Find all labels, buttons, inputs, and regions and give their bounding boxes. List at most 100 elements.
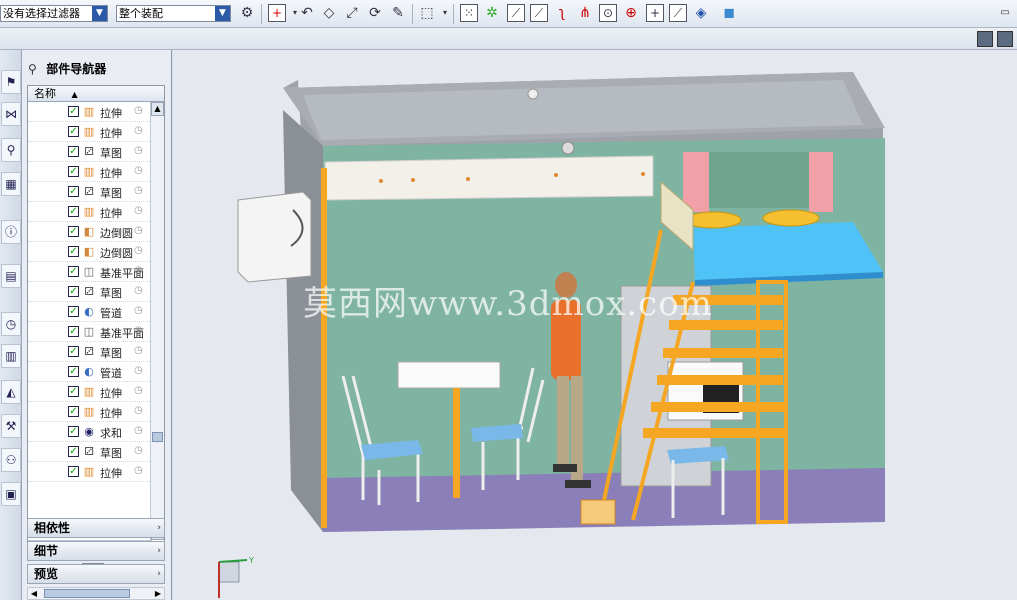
tree-row[interactable]: ✓ ⚂ 草图 ◷ (28, 142, 164, 162)
visibility-checkbox[interactable]: ✓ (68, 286, 79, 297)
visibility-checkbox[interactable]: ✓ (68, 346, 79, 357)
scroll-thumb[interactable] (152, 432, 163, 442)
chevron-down-icon[interactable]: ▼ (215, 6, 230, 21)
tree-row[interactable]: ✓ ◐ 管道 ◷ (28, 302, 164, 322)
existing-point-icon[interactable]: + (646, 4, 664, 22)
section-details[interactable]: 细节 › (27, 541, 165, 561)
tree-row[interactable]: ✓ ⚂ 草图 ◷ (28, 342, 164, 362)
visibility-checkbox[interactable]: ✓ (68, 386, 79, 397)
reuse-library-icon[interactable]: ▦ (1, 172, 21, 196)
visibility-checkbox[interactable]: ✓ (68, 306, 79, 317)
line-endpoint-icon[interactable]: ⟋ (507, 4, 525, 22)
visibility-checkbox[interactable]: ✓ (68, 446, 79, 457)
visibility-checkbox[interactable]: ✓ (68, 166, 79, 177)
feature-list: ✓ ▥ 拉伸 ◷ ✓ ▥ 拉伸 ◷ ✓ ⚂ 草图 ◷ ✓ ▥ 拉伸 ◷ ✓ ⚂ 草图 ◷ ✓ ▥ 拉伸 ◷ ✓ ◧ 边倒圆 ◷ ✓ ◧ 边倒… (28, 102, 164, 482)
tree-row[interactable]: ✓ ▥ 拉伸 ◷ (28, 402, 164, 422)
selection-filter-dropdown[interactable]: 没有选择过滤器 ▼ (0, 5, 108, 22)
tree-row[interactable]: ✓ ▥ 拉伸 ◷ (28, 122, 164, 142)
document-icon[interactable]: ▤ (1, 264, 21, 288)
add-selection-icon[interactable]: + (268, 4, 286, 22)
tree-row[interactable]: ✓ ◧ 边倒圆 ◷ (28, 222, 164, 242)
part-navigator-icon[interactable]: ⚲ (1, 138, 21, 162)
chevron-down-icon[interactable]: ▼ (92, 6, 107, 21)
visibility-checkbox[interactable]: ✓ (68, 426, 79, 437)
visibility-checkbox[interactable]: ✓ (68, 466, 79, 477)
info-icon[interactable]: ⓘ (1, 220, 21, 244)
assembly-navigator-icon[interactable]: ⚑ (1, 70, 21, 94)
panel-header: ⚲ 部件导航器 (28, 60, 106, 77)
scroll-thumb[interactable] (44, 589, 130, 598)
history-icon[interactable]: ◷ (1, 312, 21, 336)
constraint-navigator-icon[interactable]: ⋈ (1, 102, 21, 126)
visibility-checkbox[interactable]: ✓ (68, 326, 79, 337)
tree-row[interactable]: ✓ ▥ 拉伸 ◷ (28, 162, 164, 182)
tree-row[interactable]: ✓ ◫ 基准平面 ◷ (28, 262, 164, 282)
tree-row[interactable]: ✓ ▥ 拉伸 ◷ (28, 462, 164, 482)
view-shaded-icon[interactable] (977, 31, 993, 47)
visibility-checkbox[interactable]: ✓ (68, 406, 79, 417)
chevron-down-icon[interactable]: ▾ (436, 4, 454, 22)
visibility-checkbox[interactable]: ✓ (68, 266, 79, 277)
tree-row-label: 拉伸 (100, 207, 122, 220)
sketch-icon: ⚂ (84, 445, 94, 458)
graphics-window[interactable]: 莫西网www.3dmox.com Y (173, 50, 1017, 600)
view-wireframe-icon[interactable] (997, 31, 1013, 47)
visibility-checkbox[interactable]: ✓ (68, 366, 79, 377)
curve-icon[interactable]: ʅ (553, 4, 571, 22)
center-point-icon[interactable]: ⊙ (599, 4, 617, 22)
snap-points-icon[interactable]: ⁙ (460, 4, 478, 22)
eraser-icon[interactable]: ◇ (320, 4, 338, 22)
wall-cabinets (324, 155, 654, 201)
scroll-up-icon[interactable]: ▲ (151, 102, 164, 116)
pin-icon[interactable]: ⚲ (28, 62, 42, 76)
tree-row[interactable]: ✓ ▥ 拉伸 ◷ (28, 382, 164, 402)
visibility-checkbox[interactable]: ✓ (68, 126, 79, 137)
clock-icon: ◷ (134, 345, 143, 356)
tree-row[interactable]: ✓ ◐ 管道 ◷ (28, 362, 164, 382)
clock-icon: ◷ (134, 225, 143, 236)
undo-icon[interactable]: ↶ (298, 4, 316, 22)
visibility-checkbox[interactable]: ✓ (68, 226, 79, 237)
section-preview[interactable]: 预览 › (27, 564, 165, 584)
tree-row[interactable]: ✓ ◫ 基准平面 ◷ (28, 322, 164, 342)
tree-row[interactable]: ✓ ◧ 边倒圆 ◷ (28, 242, 164, 262)
rectangle-select-icon[interactable]: ⬚ (418, 4, 436, 22)
cube-icon[interactable]: ◼ (720, 4, 738, 22)
point-on-face-icon[interactable]: ◈ (692, 4, 710, 22)
tree-vertical-scrollbar[interactable]: ▲ ▼ (150, 102, 164, 540)
palette-icon[interactable]: ▥ (1, 344, 21, 368)
tree-row[interactable]: ✓ ▥ 拉伸 ◷ (28, 102, 164, 122)
assembly-filter-icon[interactable]: ⚙ (238, 4, 256, 22)
process-studio-icon[interactable]: ▣ (1, 482, 21, 506)
visibility-checkbox[interactable]: ✓ (68, 246, 79, 257)
person-leg (557, 376, 569, 472)
web-browser-icon[interactable]: ⚇ (1, 448, 21, 472)
tree-row[interactable]: ✓ ⚂ 草图 ◷ (28, 442, 164, 462)
quadrant-icon[interactable]: ⊕ (622, 4, 640, 22)
visibility-checkbox[interactable]: ✓ (68, 146, 79, 157)
intersection-icon[interactable]: ⋔ (576, 4, 594, 22)
move-icon[interactable]: ⤢ (343, 4, 361, 22)
visibility-checkbox[interactable]: ✓ (68, 206, 79, 217)
tree-row[interactable]: ✓ ▥ 拉伸 ◷ (28, 202, 164, 222)
rotate-icon[interactable]: ⟳ (366, 4, 384, 22)
section-dependencies[interactable]: 相依性 › (27, 518, 165, 538)
tree-row[interactable]: ✓ ⚂ 草图 ◷ (28, 282, 164, 302)
visibility-checkbox[interactable]: ✓ (68, 186, 79, 197)
system-materials-icon[interactable]: ⚒ (1, 414, 21, 438)
gear-snap-icon[interactable]: ✲ (483, 4, 501, 22)
assembly-scope-dropdown[interactable]: 整个装配 ▼ (116, 5, 231, 22)
wrench-icon[interactable]: ✎ (389, 4, 407, 22)
y-axis-icon (218, 559, 248, 563)
midpoint-icon[interactable]: ⟋ (530, 4, 548, 22)
scroll-left-icon[interactable]: ◀ (28, 588, 40, 599)
visibility-checkbox[interactable]: ✓ (68, 106, 79, 117)
column-header-name[interactable]: 名称 ▲ (28, 86, 164, 102)
scroll-right-icon[interactable]: ▶ (152, 588, 164, 599)
tree-row[interactable]: ✓ ⚂ 草图 ◷ (28, 182, 164, 202)
roles-icon[interactable]: ◭ (1, 380, 21, 404)
tree-row[interactable]: ✓ ◉ 求和 ◷ (28, 422, 164, 442)
panel-horizontal-scrollbar[interactable]: ◀ ▶ (27, 587, 165, 600)
point-on-curve-icon[interactable]: ⟋ (669, 4, 687, 22)
minimize-icon[interactable]: ▭ (996, 4, 1014, 22)
